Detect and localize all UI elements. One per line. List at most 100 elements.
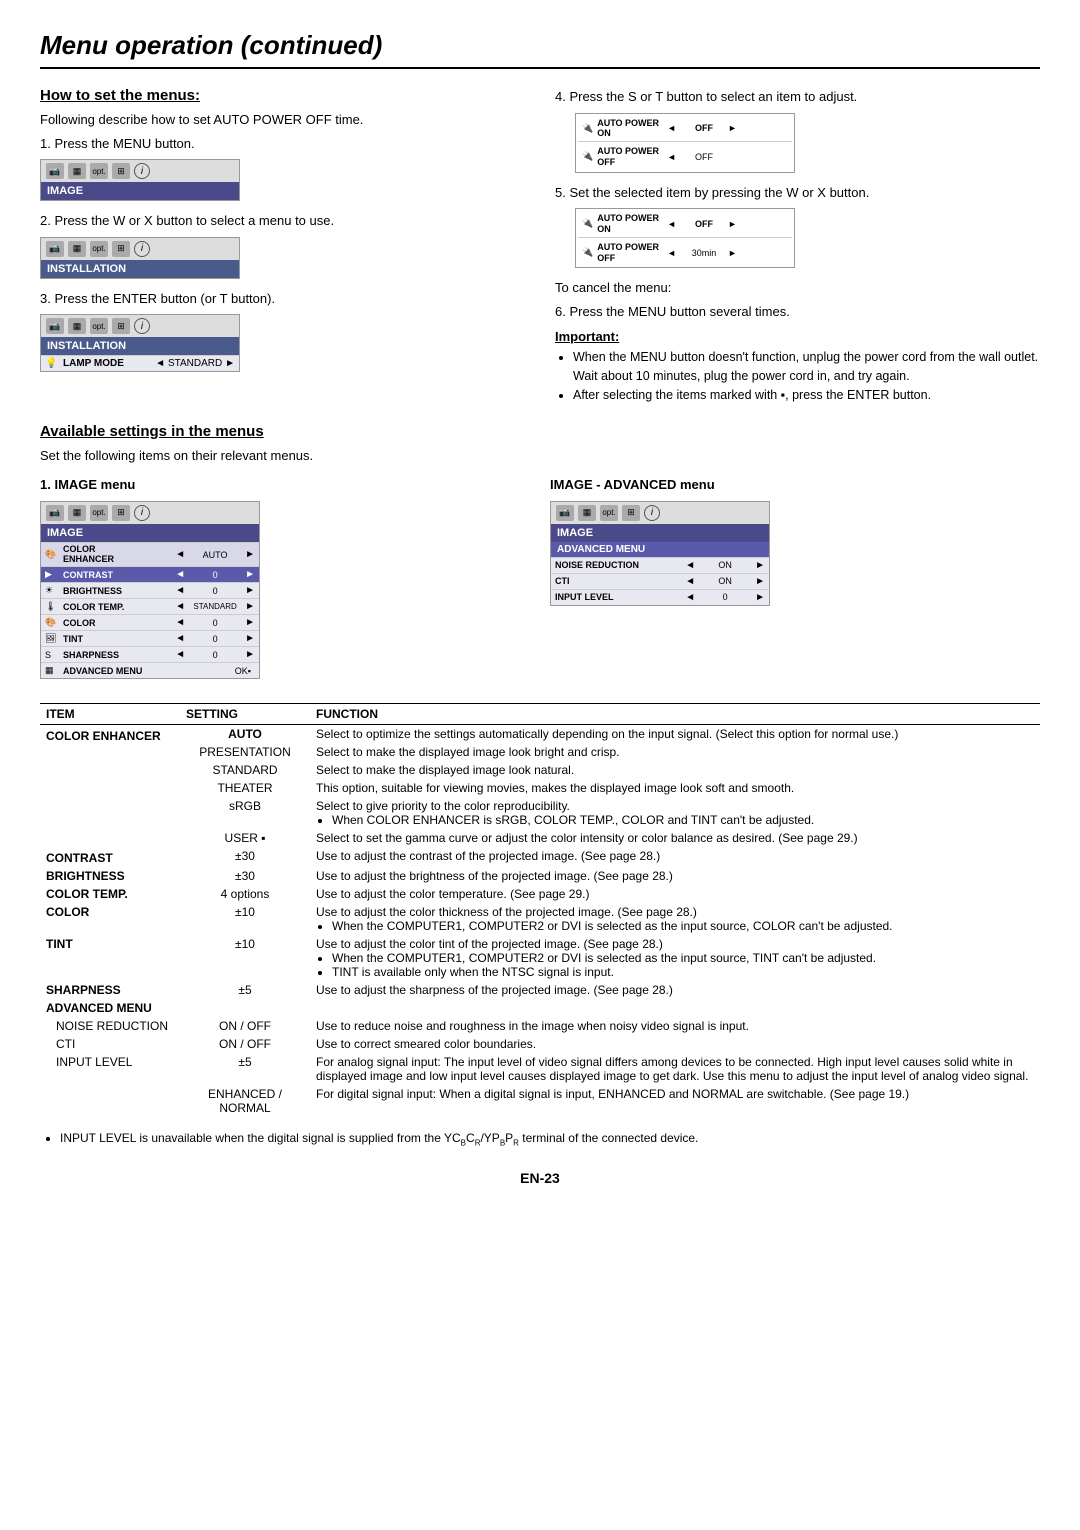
menu-row-advanced: ▦ ADVANCED MENU OK▪ [41,662,259,678]
ap-val-3: OFF [684,219,724,229]
menu-top-icons-2: 📷 ▦ opt. ⊞ i [41,238,239,260]
contrast-icon: ▶ [45,569,63,580]
color-label: COLOR [63,618,175,628]
tint-note-2: TINT is available only when the NTSC sig… [332,965,1034,979]
colortemp-arr-l: ◄ [175,601,185,612]
cancel-step: 6. Press the MENU button several times. [555,302,1040,322]
ap-icon-2: 🔌 [582,151,593,162]
cti-arr-r: ► [755,576,765,587]
step1-label: 1. Press the MENU button. [40,134,525,154]
menu-row-cti: CTI ◄ ON ► [551,573,769,589]
menu-bar-2: INSTALLATION [41,260,239,278]
ce-func-theater: This option, suitable for viewing movies… [310,779,1040,797]
inputlevel-arr-r: ► [755,592,765,603]
colortemp-label: COLOR TEMP. [63,602,175,612]
icon-opt2: opt. [90,241,108,257]
ce-setting-user: USER ▪ [180,829,310,847]
available-settings-intro: Set the following items on their relevan… [40,446,1040,466]
subscript-r2: R [513,1139,519,1148]
sharpness-setting: ±5 [180,981,310,999]
important-title: Important: [555,329,1040,344]
ap-label-1: AUTO POWERON [597,118,659,140]
ce-item: COLOR ENHANCER [40,725,180,848]
brightness-setting: ±30 [180,867,310,885]
table-row-colortemp: COLOR TEMP. 4 options Use to adjust the … [40,885,1040,903]
important-item-2: After selecting the items marked with ▪,… [573,386,1040,405]
sharpness-arr-r: ► [245,649,255,660]
image-menu-top-icons: 📷 ▦ opt. ⊞ i [41,502,259,524]
brightness-arr-l: ◄ [175,585,185,596]
ap-arr-l-4: ◄ [667,248,676,258]
footer-note: INPUT LEVEL is unavailable when the digi… [40,1129,1040,1149]
icon-opt: opt. [90,163,108,179]
color-arr-r: ► [245,617,255,628]
menu-row-colortemp: 🌡 COLOR TEMP. ◄ STANDARD ► [41,598,259,614]
tint-label: TINT [63,634,175,644]
advanced-menu-subbar: ADVANCED MENU [551,542,769,557]
ap-icon-4: 🔌 [582,247,593,258]
ce-arr-r: ► [245,549,255,560]
cti-func: Use to correct smeared color boundaries. [310,1035,1040,1053]
ce-arr-l: ◄ [175,549,185,560]
image-menu-bar: IMAGE [41,524,259,542]
table-row-contrast: CONTRAST ±30 Use to adjust the contrast … [40,847,1040,867]
icon-grid3: ▦ [68,318,86,334]
ce-val: AUTO [185,550,245,560]
table-row-ce-std: STANDARD Select to make the displayed im… [40,761,1040,779]
available-settings-section: Available settings in the menus Set the … [40,423,1040,690]
contrast-item: CONTRAST [40,847,180,867]
table-row-color: COLOR ±10 Use to adjust the color thickn… [40,903,1040,935]
sharpness-label: SHARPNESS [63,650,175,660]
im-icon-grid: ▦ [68,505,86,521]
image-advanced-heading: IMAGE - ADVANCED menu [550,475,1040,495]
color-icon: 🎨 [45,617,63,628]
icon-adjust: ⊞ [112,163,130,179]
color-func: Use to adjust the color thickness of the… [310,903,1040,935]
ce-icon: 🎨 [45,549,63,560]
ap-arr-r-4: ► [728,248,737,258]
table-row-advanced-menu: ADVANCED MENU [40,999,1040,1017]
ap-label-3: AUTO POWERON [597,213,659,235]
menu-row-color-enhancer: 🎨 COLORENHANCER ◄ AUTO ► [41,542,259,567]
menu-row-tint: 🖼 TINT ◄ 0 ► [41,630,259,646]
step5-label: 5. Set the selected item by pressing the… [555,183,1040,203]
table-row-cti: CTI ON / OFF Use to correct smeared colo… [40,1035,1040,1053]
noise-setting: ON / OFF [180,1017,310,1035]
advanced-menu-func [310,999,1040,1017]
icon-grid2: ▦ [68,241,86,257]
menu-row-inputlevel: INPUT LEVEL ◄ 0 ► [551,589,769,605]
ce-setting-pres: PRESENTATION [180,743,310,761]
subscript-b2: B [500,1139,505,1148]
sharpness-func: Use to adjust the sharpness of the proje… [310,981,1040,999]
ap-arr-r-3: ► [728,219,737,229]
important-list: When the MENU button doesn't function, u… [573,348,1040,404]
arrow-right-lamp: ► [225,358,235,369]
cti-val: ON [695,576,755,586]
arrow-left-lamp: ◄ [155,358,165,369]
ap-label-4: AUTO POWEROFF [597,242,659,264]
icon-adjust2: ⊞ [112,241,130,257]
available-two-col: 1. IMAGE menu 📷 ▦ opt. ⊞ i IMAGE 🎨 COLOR… [40,475,1040,689]
inputlevel-setting: ±5 [180,1053,310,1085]
brightness-item: BRIGHTNESS [40,867,180,885]
noise-label: NOISE REDUCTION [555,560,685,570]
ce-setting-std: STANDARD [180,761,310,779]
lamp-mode-label: LAMP MODE [63,358,155,369]
advanced-menu-setting [180,999,310,1017]
noise-arr-l: ◄ [685,560,695,571]
enhanced-setting: ENHANCED /NORMAL [180,1085,310,1117]
icon-camera: 📷 [46,163,64,179]
advanced-ok: OK▪ [157,666,255,676]
contrast-arr-r: ► [245,569,255,580]
enhanced-item [40,1085,180,1117]
image-menu-col: 1. IMAGE menu 📷 ▦ opt. ⊞ i IMAGE 🎨 COLOR… [40,475,530,689]
color-item: COLOR [40,903,180,935]
inputlevel-label: INPUT LEVEL [555,592,685,602]
col-function: FUNCTION [310,704,1040,725]
brightness-label: BRIGHTNESS [63,586,175,596]
menu-top-icons-3: 📷 ▦ opt. ⊞ i [41,315,239,337]
image-menu-heading: 1. IMAGE menu [40,475,530,495]
colortemp-setting: 4 options [180,885,310,903]
sharpness-val: 0 [185,650,245,660]
tint-item: TINT [40,935,180,981]
